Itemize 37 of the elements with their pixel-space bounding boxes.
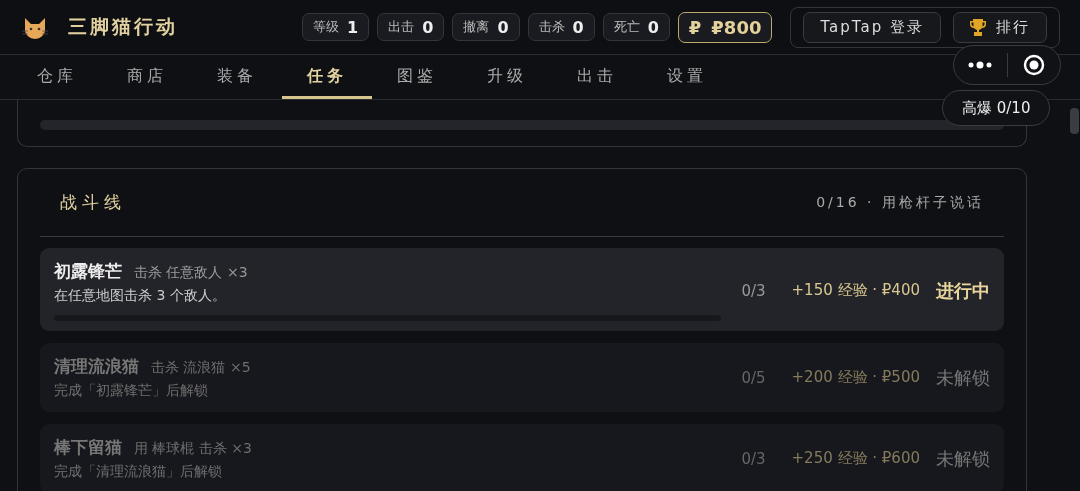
quest-name: 清理流浪猫 <box>54 355 139 378</box>
nav-tab[interactable]: 出击 <box>552 55 642 99</box>
quest-status: 未解锁 <box>936 365 990 390</box>
stat-chip: 击杀 0 <box>527 13 595 41</box>
stat-chip: 出击 0 <box>377 13 445 41</box>
quest-name: 棒下留猫 <box>54 436 122 459</box>
quest-description: 在任意地图击杀 3 个敌人。 <box>54 287 227 305</box>
stat-chip: 死亡 0 <box>602 13 670 41</box>
quest-goal: 击杀 流浪猫 ×5 <box>151 359 251 377</box>
quest-name: 初露锋芒 <box>54 260 122 283</box>
scrollbar-thumb[interactable] <box>1070 108 1079 134</box>
stat-chip: 撤离 0 <box>452 13 520 41</box>
nav-tab[interactable]: 设置 <box>642 55 732 99</box>
nav-tab[interactable]: 图鉴 <box>372 55 462 99</box>
quest-reward: +200 经验 · ₽500 <box>791 368 920 387</box>
quest-goal: 用 棒球棍 击杀 ×3 <box>134 440 252 458</box>
quest-reward: +150 经验 · ₽400 <box>791 281 920 300</box>
questline-title: 战斗线 <box>59 191 126 214</box>
stat-chip: 等级 1 <box>302 13 370 41</box>
trophy-icon <box>970 18 986 36</box>
quest-description: 完成「清理流浪猫」后解锁 <box>54 463 223 481</box>
quest-status: 进行中 <box>936 278 990 303</box>
quest-reward: +250 经验 · ₽600 <box>791 449 920 468</box>
nav-tab[interactable]: 仓库 <box>12 55 102 99</box>
quest-status: 未解锁 <box>936 446 990 471</box>
nav-tab[interactable]: 任务 <box>282 55 372 99</box>
app-title: 三脚猫行动 <box>68 14 178 39</box>
currency-chip: ₽ ₽800 <box>677 11 773 43</box>
quest-goal: 击杀 任意敌人 ×3 <box>134 264 248 282</box>
nav-tab[interactable]: 升级 <box>462 55 552 99</box>
nav-tab[interactable]: 商店 <box>102 55 192 99</box>
drop-counter[interactable]: 高爆 0/10 <box>942 90 1051 126</box>
nav-tab[interactable]: 装备 <box>192 55 282 99</box>
login-button[interactable]: TapTap 登录 <box>803 11 941 43</box>
ranking-button[interactable]: 排行 <box>953 11 1047 43</box>
questline-summary: 0/16 · 用枪杆子说话 <box>816 193 985 212</box>
quest-description: 完成「初露锋芒」后解锁 <box>54 382 209 400</box>
